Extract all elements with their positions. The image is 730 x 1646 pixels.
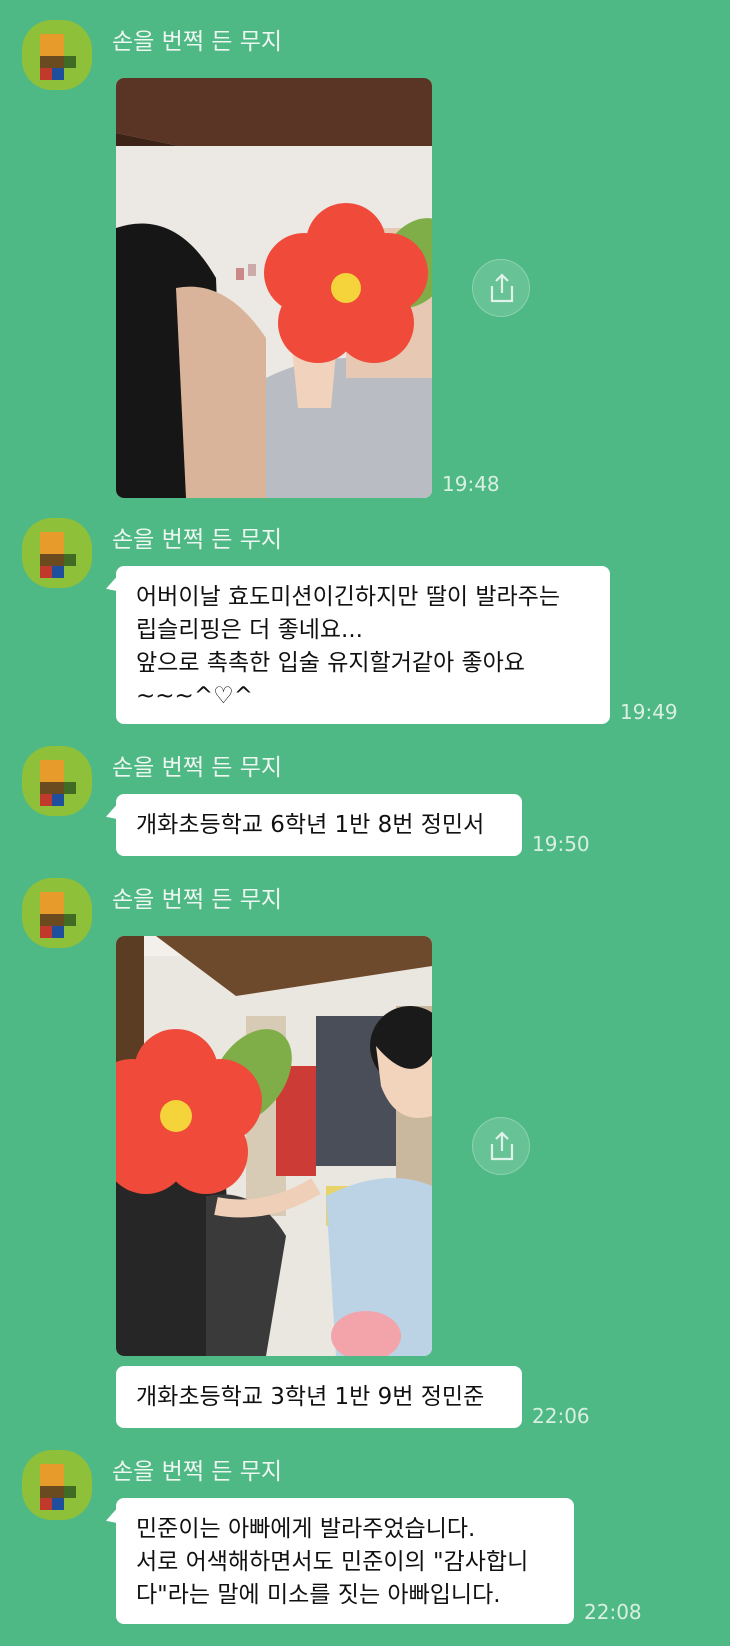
photo-message[interactable] <box>116 78 432 498</box>
share-button[interactable] <box>472 1117 530 1175</box>
message-line: 어버이날 효도미션이긴하지만 딸이 발라주는 <box>136 584 560 610</box>
sender-avatar[interactable] <box>22 20 92 90</box>
message-bubble[interactable]: 개화초등학교 6학년 1반 8번 정민서 <box>116 794 522 856</box>
message-line: 개화초등학교 3학년 1반 9번 정민준 <box>136 1384 485 1410</box>
message-bubble[interactable]: 민준이는 아빠에게 발라주었습니다. 서로 어색해하면서도 민준이의 "감사합니… <box>116 1498 574 1624</box>
message-line: 립슬리핑은 더 좋네요... <box>136 617 363 643</box>
sender-avatar[interactable] <box>22 518 92 588</box>
message-bubble[interactable]: 어버이날 효도미션이긴하지만 딸이 발라주는 립슬리핑은 더 좋네요... 앞으… <box>116 566 610 724</box>
message-line: 서로 어색해하면서도 민준이의 "감사합니 <box>136 1549 529 1575</box>
message-line: 다"라는 말에 미소를 짓는 아빠입니다. <box>136 1582 501 1608</box>
message-time: 19:50 <box>532 832 590 856</box>
message-time: 19:48 <box>442 472 500 496</box>
message-time: 22:06 <box>532 1404 590 1428</box>
sender-avatar[interactable] <box>22 746 92 816</box>
sender-name: 손을 번쩍 든 무지 <box>112 1459 283 1485</box>
message-line: 앞으로 촉촉한 입술 유지할거같아 좋아요 <box>136 650 525 676</box>
sender-name: 손을 번쩍 든 무지 <box>112 527 283 553</box>
message-time: 22:08 <box>584 1600 642 1624</box>
share-icon <box>490 273 514 303</box>
photo-message[interactable] <box>116 936 432 1356</box>
sender-avatar[interactable] <box>22 1450 92 1520</box>
message-bubble[interactable]: 개화초등학교 3학년 1반 9번 정민준 <box>116 1366 522 1428</box>
sender-name: 손을 번쩍 든 무지 <box>112 887 283 913</box>
share-button[interactable] <box>472 259 530 317</box>
sender-name: 손을 번쩍 든 무지 <box>112 29 283 55</box>
message-line: ~~~^♡^ <box>136 683 253 709</box>
sender-avatar[interactable] <box>22 878 92 948</box>
message-line: 개화초등학교 6학년 1반 8번 정민서 <box>136 812 485 838</box>
share-icon <box>490 1131 514 1161</box>
message-time: 19:49 <box>620 700 678 724</box>
sender-name: 손을 번쩍 든 무지 <box>112 755 283 781</box>
message-line: 민준이는 아빠에게 발라주었습니다. <box>136 1516 476 1542</box>
